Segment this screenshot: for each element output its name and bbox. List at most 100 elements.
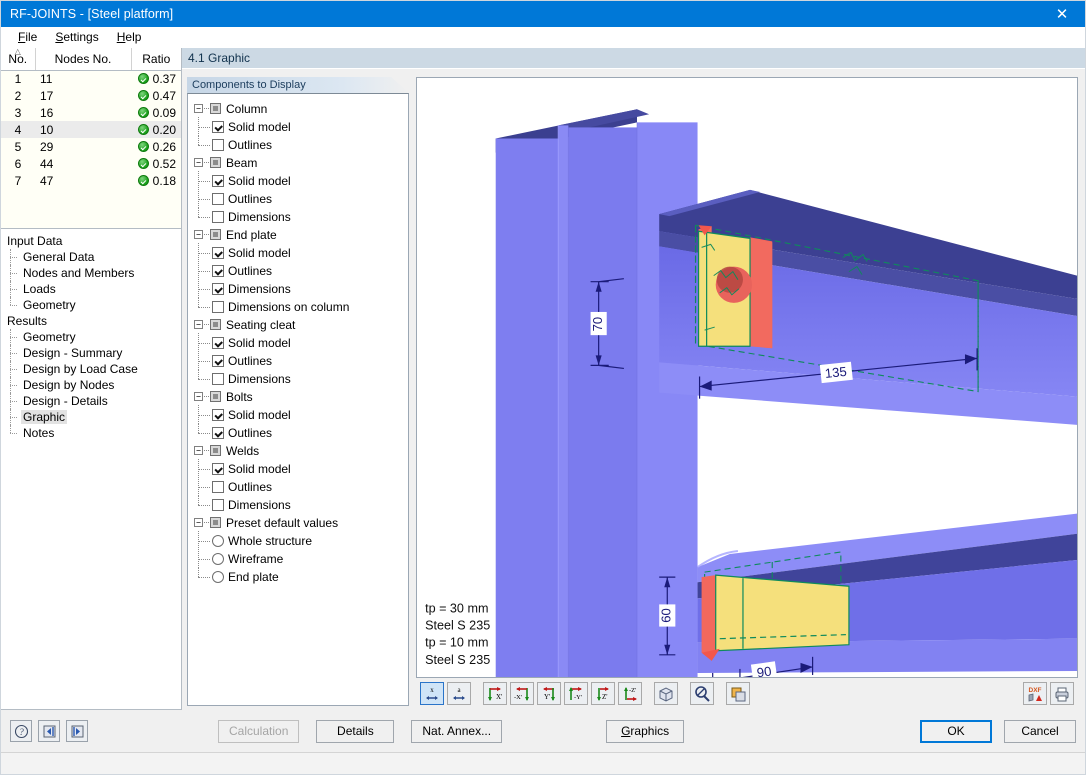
table-row[interactable]: 1 11 0.37: [1, 70, 181, 87]
radio-icon[interactable]: [212, 571, 224, 583]
print-button[interactable]: [1050, 682, 1074, 705]
tree-item-preset-wireframe[interactable]: Wireframe: [194, 549, 404, 568]
tree-item-end-plate-outlines[interactable]: Outlines: [194, 261, 404, 280]
previous-page-button[interactable]: [38, 720, 60, 742]
menu-file[interactable]: File: [9, 28, 46, 46]
collapse-icon[interactable]: −: [194, 320, 203, 329]
tree-item-beam-solid-model[interactable]: Solid model: [194, 171, 404, 190]
close-icon[interactable]: ✕: [1039, 1, 1085, 27]
radio-icon[interactable]: [212, 535, 224, 547]
cancel-button[interactable]: Cancel: [1004, 719, 1076, 743]
checkbox-icon[interactable]: [212, 499, 224, 511]
col-header-ratio[interactable]: Ratio: [131, 48, 181, 71]
tree-item-bolts-outlines[interactable]: Outlines: [194, 423, 404, 442]
checkbox-icon[interactable]: [212, 355, 224, 367]
sidebar-item-geometry-results[interactable]: Geometry: [1, 329, 181, 345]
view-z-button[interactable]: Z': [591, 682, 615, 705]
checkbox-icon[interactable]: [212, 121, 224, 133]
collapse-icon[interactable]: −: [194, 446, 203, 455]
col-header-nodes[interactable]: Nodes No.: [35, 48, 132, 71]
tree-node-seating-cleat[interactable]: − Seating cleat: [194, 316, 404, 334]
collapse-icon[interactable]: −: [194, 158, 203, 167]
joints-table-container[interactable]: △ No. Nodes No. Ratio 1 11 0.37 2 17 0.4…: [1, 48, 181, 229]
calculation-button[interactable]: Calculation: [218, 719, 300, 743]
checkbox-icon[interactable]: [212, 301, 224, 313]
checkbox-icon[interactable]: [212, 373, 224, 385]
sidebar-item-graphic[interactable]: Graphic: [1, 409, 181, 425]
tree-node-end-plate[interactable]: − End plate: [194, 226, 404, 244]
tree-item-welds-dimensions[interactable]: Dimensions: [194, 495, 404, 514]
sidebar-item-loads[interactable]: Loads: [1, 281, 181, 297]
menu-help[interactable]: Help: [108, 28, 151, 46]
sidebar-item-design-details[interactable]: Design - Details: [1, 393, 181, 409]
radio-icon[interactable]: [212, 553, 224, 565]
table-row[interactable]: 5 29 0.26: [1, 138, 181, 155]
sidebar-item-design-by-load-case[interactable]: Design by Load Case: [1, 361, 181, 377]
checkbox-icon[interactable]: [212, 283, 224, 295]
next-page-button[interactable]: [66, 720, 88, 742]
checkbox-icon[interactable]: [212, 427, 224, 439]
zoom-to-fit-x-button[interactable]: x: [420, 682, 444, 705]
zoom-tool-button[interactable]: [690, 682, 714, 705]
tree-node-column[interactable]: − Column: [194, 100, 404, 118]
view-minus-z-button[interactable]: -Z': [618, 682, 642, 705]
col-header-no[interactable]: △ No.: [1, 48, 36, 71]
tree-item-bolts-solid-model[interactable]: Solid model: [194, 405, 404, 424]
tree-item-seating-cleat-solid-model[interactable]: Solid model: [194, 333, 404, 352]
sidebar-item-notes[interactable]: Notes: [1, 425, 181, 441]
checkbox-icon[interactable]: [212, 193, 224, 205]
tree-item-beam-dimensions[interactable]: Dimensions: [194, 207, 404, 226]
tree-item-end-plate-solid-model[interactable]: Solid model: [194, 243, 404, 262]
tree-item-seating-cleat-dimensions[interactable]: Dimensions: [194, 369, 404, 388]
nat-annex-button[interactable]: Nat. Annex...: [411, 719, 503, 743]
checkbox-icon[interactable]: [212, 211, 224, 223]
tree-item-end-plate-dimensions[interactable]: Dimensions: [194, 279, 404, 298]
ok-button[interactable]: OK: [920, 719, 992, 743]
render-mode-button[interactable]: [726, 682, 750, 705]
checkbox-icon[interactable]: [212, 337, 224, 349]
tree-node-preset-default-values[interactable]: − Preset default values: [194, 514, 404, 532]
tree-item-column-outlines[interactable]: Outlines: [194, 135, 404, 154]
isometric-view-button[interactable]: [654, 682, 678, 705]
checkbox-icon[interactable]: [212, 247, 224, 259]
zoom-to-fit-a-button[interactable]: a: [447, 682, 471, 705]
checkbox-icon[interactable]: [212, 139, 224, 151]
tree-item-preset-whole-structure[interactable]: Whole structure: [194, 531, 404, 550]
tree-item-end-plate-dimensions-on-column[interactable]: Dimensions on column: [194, 297, 404, 316]
tree-item-beam-outlines[interactable]: Outlines: [194, 189, 404, 208]
sidebar-item-general-data[interactable]: General Data: [1, 249, 181, 265]
tree-item-column-solid-model[interactable]: Solid model: [194, 117, 404, 136]
sidebar-item-design-summary[interactable]: Design - Summary: [1, 345, 181, 361]
dxf-export-button[interactable]: DXF: [1023, 682, 1047, 705]
checkbox-icon[interactable]: [212, 481, 224, 493]
details-button[interactable]: Details: [316, 719, 395, 743]
collapse-icon[interactable]: −: [194, 104, 203, 113]
tree-node-welds[interactable]: − Welds: [194, 442, 404, 460]
checkbox-icon[interactable]: [212, 265, 224, 277]
graphic-canvas[interactable]: 70 135 60 90 tp = 30 mm Steel S 235 tp =…: [416, 77, 1078, 678]
collapse-icon[interactable]: −: [194, 230, 203, 239]
tree-node-bolts[interactable]: − Bolts: [194, 388, 404, 406]
tree-node-beam[interactable]: − Beam: [194, 154, 404, 172]
table-row[interactable]: 3 16 0.09: [1, 104, 181, 121]
collapse-icon[interactable]: −: [194, 518, 203, 527]
view-y-button[interactable]: Y': [537, 682, 561, 705]
table-row[interactable]: 6 44 0.52: [1, 155, 181, 172]
tree-item-preset-end-plate[interactable]: End plate: [194, 567, 404, 586]
sidebar-item-nodes-and-members[interactable]: Nodes and Members: [1, 265, 181, 281]
checkbox-icon[interactable]: [212, 175, 224, 187]
view-minus-y-button[interactable]: -Y': [564, 682, 588, 705]
table-row[interactable]: 7 47 0.18: [1, 172, 181, 189]
view-minus-x-button[interactable]: -X': [510, 682, 534, 705]
sidebar-item-geometry-input[interactable]: Geometry: [1, 297, 181, 313]
table-row[interactable]: 2 17 0.47: [1, 87, 181, 104]
menu-settings[interactable]: Settings: [46, 28, 107, 46]
view-x-button[interactable]: X': [483, 682, 507, 705]
checkbox-icon[interactable]: [212, 463, 224, 475]
table-row[interactable]: 4 10 0.20: [1, 121, 181, 138]
help-button[interactable]: ?: [10, 720, 32, 742]
tree-item-welds-solid-model[interactable]: Solid model: [194, 459, 404, 478]
tree-item-welds-outlines[interactable]: Outlines: [194, 477, 404, 496]
collapse-icon[interactable]: −: [194, 392, 203, 401]
sidebar-item-design-by-nodes[interactable]: Design by Nodes: [1, 377, 181, 393]
